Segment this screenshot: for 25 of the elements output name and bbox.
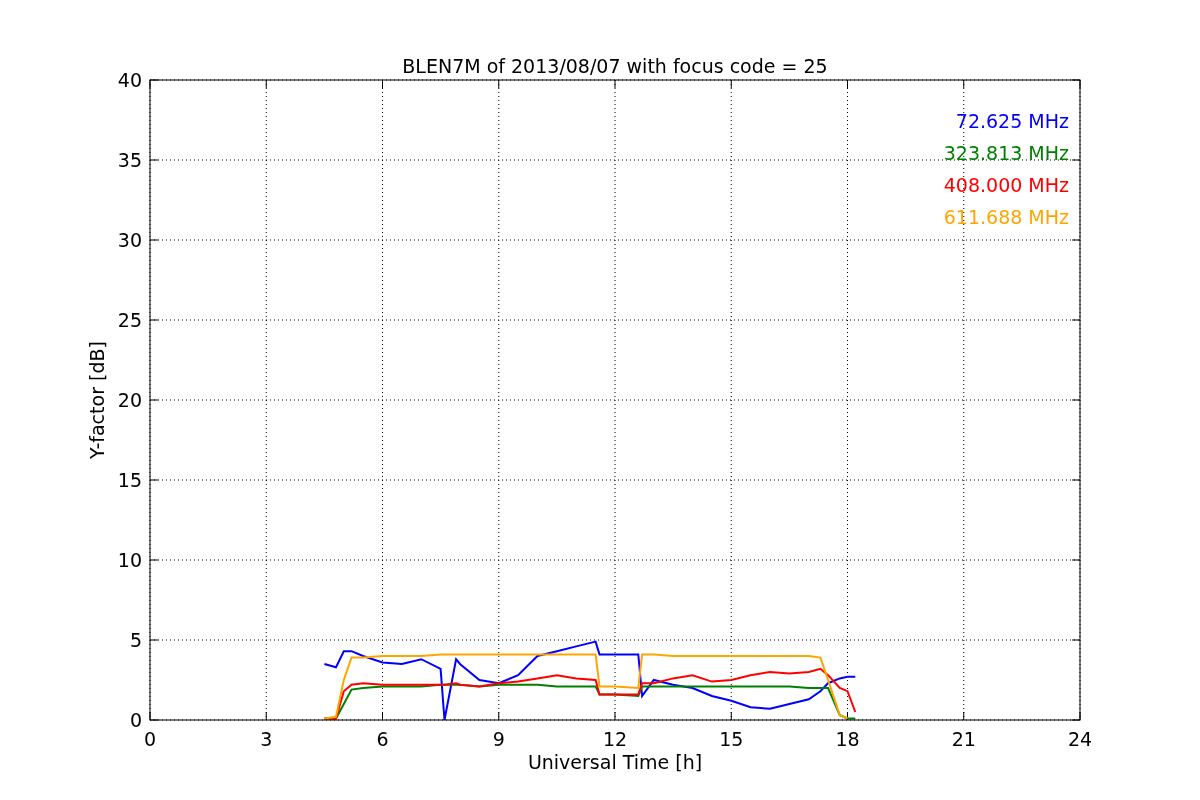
x-tick-label: 3 [260, 728, 273, 750]
x-tick-label: 24 [1067, 728, 1093, 750]
x-tick-label: 0 [143, 728, 157, 750]
y-tick-label: 0 [129, 709, 142, 731]
legend-label: 72.625 MHz [955, 110, 1069, 132]
x-axis-label: Universal Time [h] [527, 751, 703, 773]
y-tick-label: 5 [129, 629, 142, 651]
legend-label: 323.813 MHz [943, 142, 1069, 164]
x-tick-label: 12 [602, 728, 628, 750]
y-tick-label: 25 [117, 309, 142, 331]
y-tick-label: 15 [117, 469, 142, 491]
chart-title: BLEN7M of 2013/08/07 with focus code = 25 [402, 55, 828, 77]
y-tick-label: 20 [117, 389, 142, 411]
x-tick-label: 21 [951, 728, 976, 750]
y-tick-label: 40 [117, 69, 142, 91]
y-axis-label: Y-factor [dB] [86, 341, 108, 459]
y-tick-label: 30 [117, 229, 142, 251]
y-tick-label: 10 [117, 549, 142, 571]
x-tick-label: 15 [719, 728, 744, 750]
y-tick-label: 35 [117, 149, 142, 171]
x-tick-label: 9 [492, 728, 505, 750]
legend-label: 611.688 MHz [943, 206, 1069, 228]
legend-label: 408.000 MHz [943, 174, 1069, 196]
x-tick-label: 18 [835, 728, 860, 750]
x-tick-label: 6 [376, 728, 389, 750]
